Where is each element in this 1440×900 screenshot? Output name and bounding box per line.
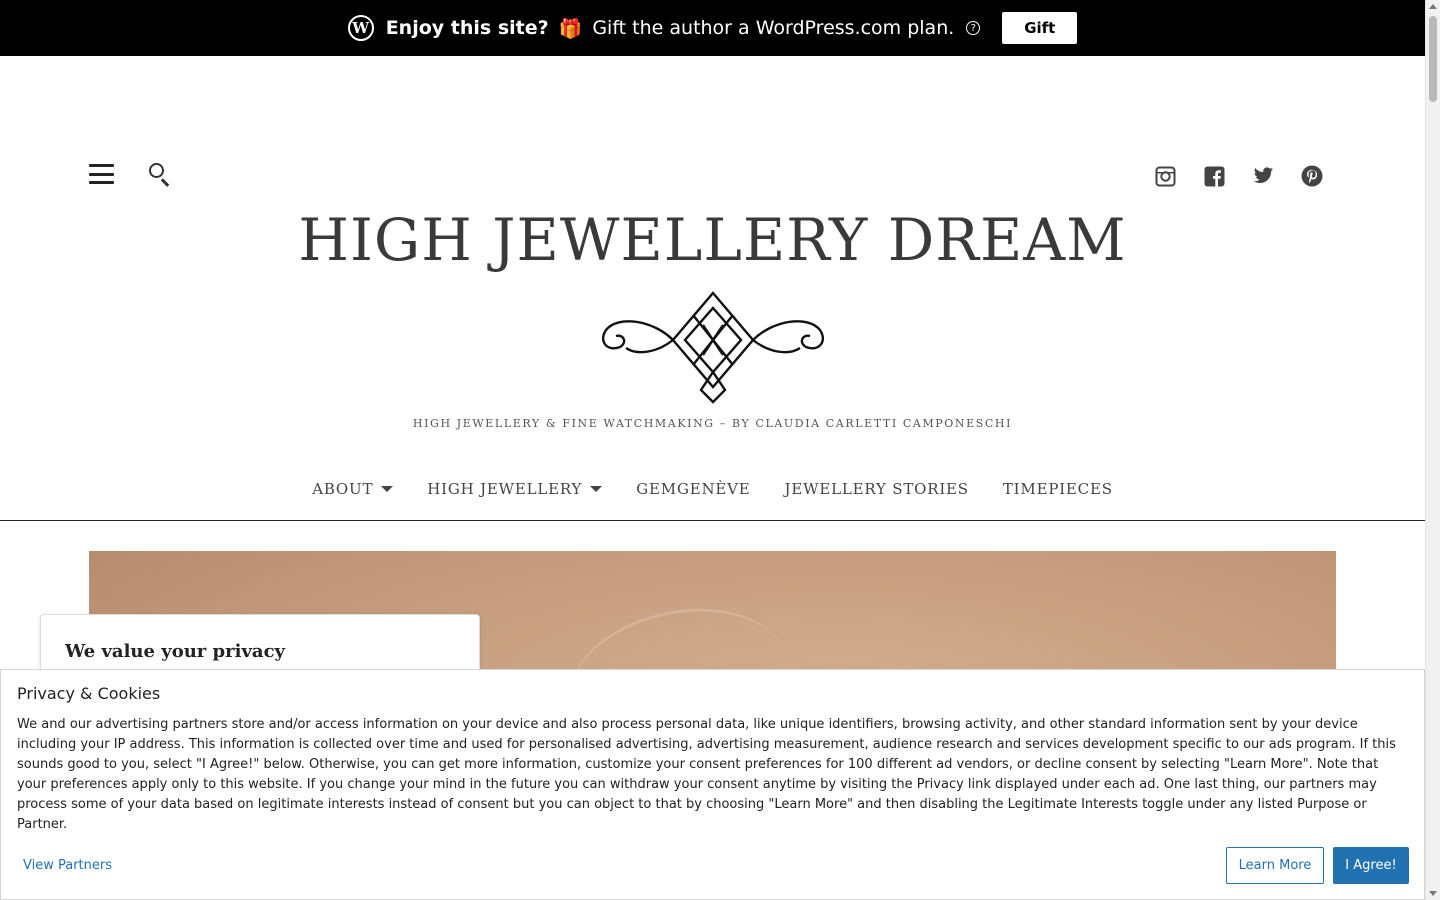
privacy-card-title: We value your privacy	[65, 641, 285, 662]
nav-item-label: HIGH JEWELLERY	[427, 480, 583, 498]
nav-divider	[0, 520, 1425, 521]
chevron-down-icon	[381, 486, 394, 492]
help-icon[interactable]: ?	[966, 21, 981, 35]
twitter-icon[interactable]	[1252, 165, 1274, 187]
menu-icon[interactable]	[89, 164, 114, 184]
scroll-down-arrow-icon[interactable]	[1429, 891, 1437, 896]
promo-message: Gift the author a WordPress.com plan.	[592, 17, 955, 39]
promo-bar: W Enjoy this site? 🎁 Gift the author a W…	[0, 0, 1425, 56]
instagram-icon[interactable]	[1154, 165, 1176, 187]
nav-item-label: JEWELLERY STORIES	[784, 480, 969, 498]
view-partners-link[interactable]: View Partners	[23, 858, 112, 873]
nav-item-label: GEMGENÈVE	[636, 480, 751, 498]
pinterest-icon[interactable]	[1301, 165, 1323, 187]
site-title[interactable]: HIGH JEWELLERY DREAM	[0, 206, 1425, 274]
wordpress-logo-icon: W	[347, 15, 374, 41]
agree-button[interactable]: I Agree!	[1333, 847, 1409, 884]
nav-item-label: TIMEPIECES	[1002, 480, 1113, 498]
nav-item-gemgeneve[interactable]: GEMGENÈVE	[636, 480, 750, 498]
primary-nav: ABOUT HIGH JEWELLERY GEMGENÈVE JEWELLERY…	[0, 480, 1425, 498]
cookie-banner-title: Privacy & Cookies	[17, 684, 161, 703]
facebook-icon[interactable]	[1203, 165, 1225, 187]
gift-button[interactable]: Gift	[1002, 12, 1078, 44]
ornament-logo	[601, 291, 825, 404]
cookie-banner-body: We and our advertising partners store an…	[17, 717, 1396, 832]
chevron-down-icon	[590, 486, 603, 492]
site-tagline: HIGH JEWELLERY & FINE WATCHMAKING – BY C…	[412, 417, 1013, 430]
nav-item-timepieces[interactable]: TIMEPIECES	[1003, 480, 1113, 498]
social-links	[1154, 165, 1323, 187]
page-scrollbar[interactable]	[1425, 0, 1440, 900]
nav-item-about[interactable]: ABOUT	[312, 480, 394, 498]
gift-icon: 🎁	[558, 17, 583, 40]
learn-more-button[interactable]: Learn More	[1226, 847, 1324, 884]
nav-item-high-jewellery[interactable]: HIGH JEWELLERY	[427, 480, 603, 498]
scroll-up-arrow-icon[interactable]	[1429, 4, 1437, 9]
nav-item-jewellery-stories[interactable]: JEWELLERY STORIES	[785, 480, 969, 498]
header-tools	[89, 162, 172, 187]
promo-strong-text: Enjoy this site?	[385, 17, 549, 39]
cookie-banner: Privacy & Cookies We and our advertising…	[0, 669, 1425, 900]
scrollbar-thumb[interactable]	[1429, 16, 1437, 102]
search-icon[interactable]	[148, 162, 172, 187]
nav-item-label: ABOUT	[312, 480, 374, 498]
